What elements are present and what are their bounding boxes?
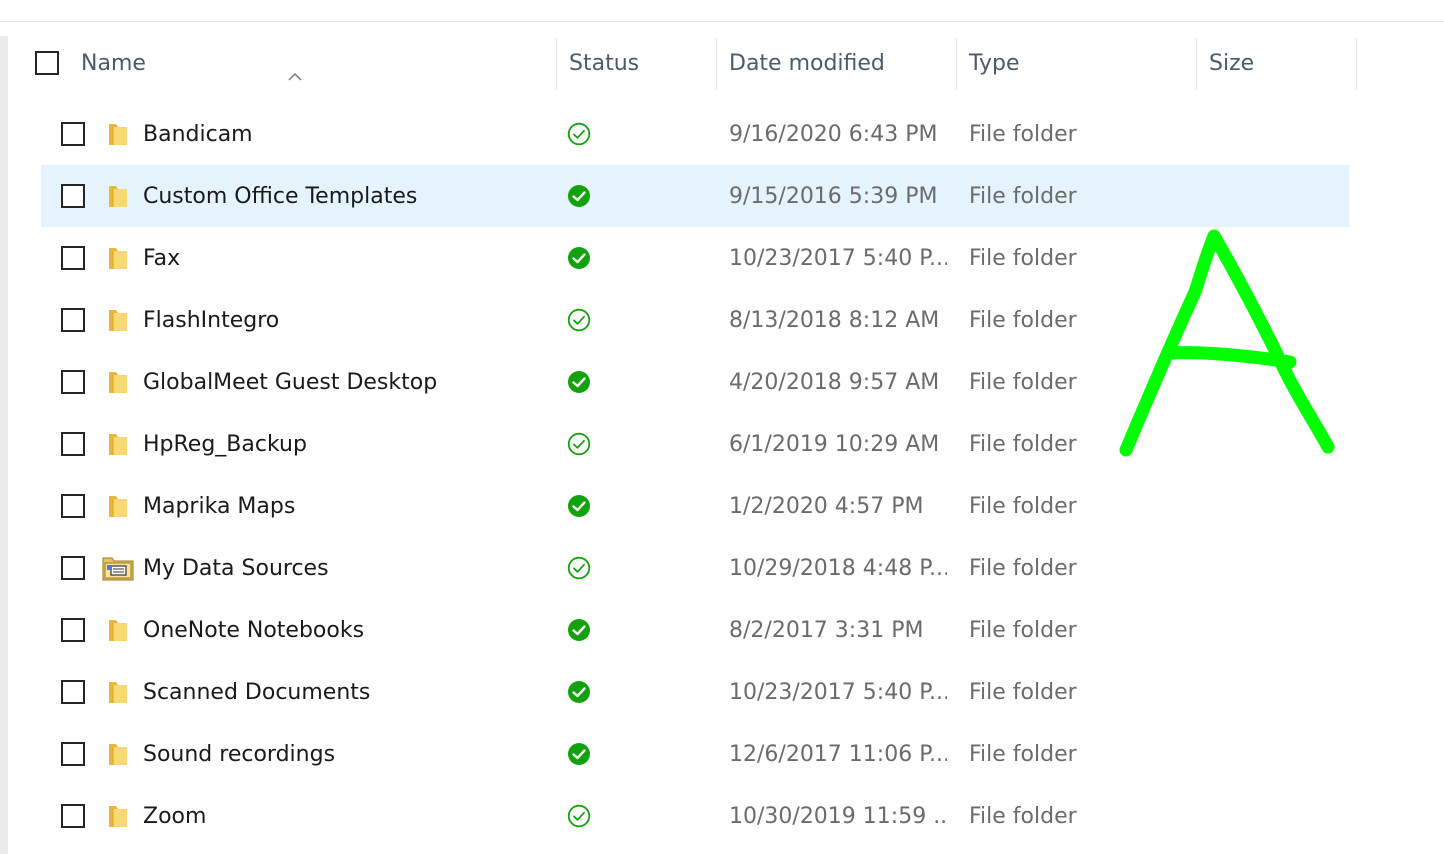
always-available-icon (567, 370, 591, 394)
row-checkbox[interactable] (61, 680, 85, 704)
column-header-type-label: Type (969, 50, 1020, 76)
column-header-size[interactable]: Size (1209, 36, 1356, 90)
file-name[interactable]: Maprika Maps (143, 475, 553, 537)
row-checkbox[interactable] (61, 804, 85, 828)
file-name[interactable]: HpReg_Backup (143, 413, 553, 475)
column-divider[interactable] (956, 38, 957, 90)
file-row[interactable]: Scanned Documents 10/23/2017 5:40 P... Fil… (41, 661, 1349, 723)
folder-icon (107, 493, 129, 519)
file-name[interactable]: Scanned Documents (143, 661, 553, 723)
file-type: File folder (969, 555, 1077, 581)
file-row[interactable]: Zoom 10/30/2019 11:59 ... File folder (41, 785, 1349, 847)
folder-icon (107, 431, 129, 457)
row-checkbox[interactable] (61, 742, 85, 766)
file-name[interactable]: My Data Sources (143, 537, 553, 599)
folder-icon (107, 121, 129, 147)
file-date-modified: 4/20/2018 9:57 AM (729, 369, 940, 395)
data-sources-folder-icon (102, 555, 134, 581)
file-date-modified: 9/16/2020 6:43 PM (729, 121, 938, 147)
file-name[interactable]: Custom Office Templates (143, 165, 553, 227)
row-checkbox[interactable] (61, 432, 85, 456)
file-type: File folder (969, 493, 1077, 519)
file-date-modified: 10/30/2019 11:59 ... (729, 803, 947, 829)
file-name[interactable]: FlashIntegro (143, 289, 553, 351)
folder-icon (107, 183, 129, 209)
column-header: Name Status Date modified Type Size (0, 36, 1444, 92)
folder-icon (107, 245, 129, 271)
row-checkbox[interactable] (61, 556, 85, 580)
folder-icon (107, 741, 129, 767)
column-header-status[interactable]: Status (569, 36, 716, 90)
column-header-type[interactable]: Type (969, 36, 1196, 90)
column-header-status-label: Status (569, 50, 640, 76)
file-date-modified: 10/29/2018 4:48 P... (729, 555, 947, 581)
always-available-icon (567, 680, 591, 704)
available-online-icon (567, 804, 591, 828)
folder-icon (107, 369, 129, 395)
folder-icon (107, 803, 129, 829)
row-checkbox[interactable] (61, 246, 85, 270)
available-online-icon (567, 308, 591, 332)
file-date-modified: 8/13/2018 8:12 AM (729, 307, 940, 333)
file-name[interactable]: OneNote Notebooks (143, 599, 553, 661)
file-row[interactable]: Bandicam 9/16/2020 6:43 PM File folder (41, 103, 1349, 165)
always-available-icon (567, 184, 591, 208)
row-checkbox[interactable] (61, 184, 85, 208)
column-divider[interactable] (716, 38, 717, 90)
always-available-icon (567, 618, 591, 642)
column-divider[interactable] (1196, 38, 1197, 90)
folder-icon (107, 617, 129, 643)
file-row[interactable]: My Data Sources 10/29/2018 4:48 P... File … (41, 537, 1349, 599)
file-date-modified: 9/15/2016 5:39 PM (729, 183, 938, 209)
column-header-date-modified-label: Date modified (729, 50, 885, 76)
folder-icon (107, 679, 129, 705)
file-row[interactable]: Sound recordings 12/6/2017 11:06 P... File… (41, 723, 1349, 785)
file-name[interactable]: Fax (143, 227, 553, 289)
file-row[interactable]: Custom Office Templates 9/15/2016 5:39 PM… (41, 165, 1349, 227)
file-date-modified: 10/23/2017 5:40 P... (729, 245, 947, 271)
file-date-modified: 6/1/2019 10:29 AM (729, 431, 940, 457)
file-name[interactable]: Bandicam (143, 103, 553, 165)
file-type: File folder (969, 183, 1077, 209)
column-header-date-modified[interactable]: Date modified (729, 36, 956, 90)
available-online-icon (567, 432, 591, 456)
row-checkbox[interactable] (61, 308, 85, 332)
navigation-pane-edge[interactable] (0, 36, 8, 854)
row-checkbox[interactable] (61, 370, 85, 394)
column-header-name[interactable]: Name (81, 36, 556, 90)
folder-icon (107, 307, 129, 333)
file-date-modified: 10/23/2017 5:40 P... (729, 679, 947, 705)
column-header-name-label: Name (81, 50, 146, 76)
select-all-checkbox[interactable] (35, 51, 59, 75)
column-divider[interactable] (1356, 38, 1357, 90)
column-header-size-label: Size (1209, 50, 1255, 76)
available-online-icon (567, 122, 591, 146)
always-available-icon (567, 742, 591, 766)
file-name[interactable]: Zoom (143, 785, 553, 847)
row-checkbox[interactable] (61, 618, 85, 642)
file-date-modified: 8/2/2017 3:31 PM (729, 617, 924, 643)
file-name[interactable]: Sound recordings (143, 723, 553, 785)
file-name[interactable]: GlobalMeet Guest Desktop (143, 351, 553, 413)
file-type: File folder (969, 617, 1077, 643)
always-available-icon (567, 494, 591, 518)
file-type: File folder (969, 741, 1077, 767)
file-date-modified: 12/6/2017 11:06 P... (729, 741, 947, 767)
available-online-icon (567, 556, 591, 580)
always-available-icon (567, 246, 591, 270)
handwritten-letter-a (1119, 229, 1335, 457)
row-checkbox[interactable] (61, 122, 85, 146)
file-row[interactable]: Maprika Maps 1/2/2020 4:57 PM File folder (41, 475, 1349, 537)
file-date-modified: 1/2/2020 4:57 PM (729, 493, 924, 519)
top-divider (0, 21, 1444, 22)
row-checkbox[interactable] (61, 494, 85, 518)
file-type: File folder (969, 679, 1077, 705)
sort-ascending-icon (288, 72, 302, 81)
file-type: File folder (969, 803, 1077, 829)
column-divider[interactable] (556, 38, 557, 90)
file-row[interactable]: OneNote Notebooks 8/2/2017 3:31 PM File fo… (41, 599, 1349, 661)
file-type: File folder (969, 121, 1077, 147)
